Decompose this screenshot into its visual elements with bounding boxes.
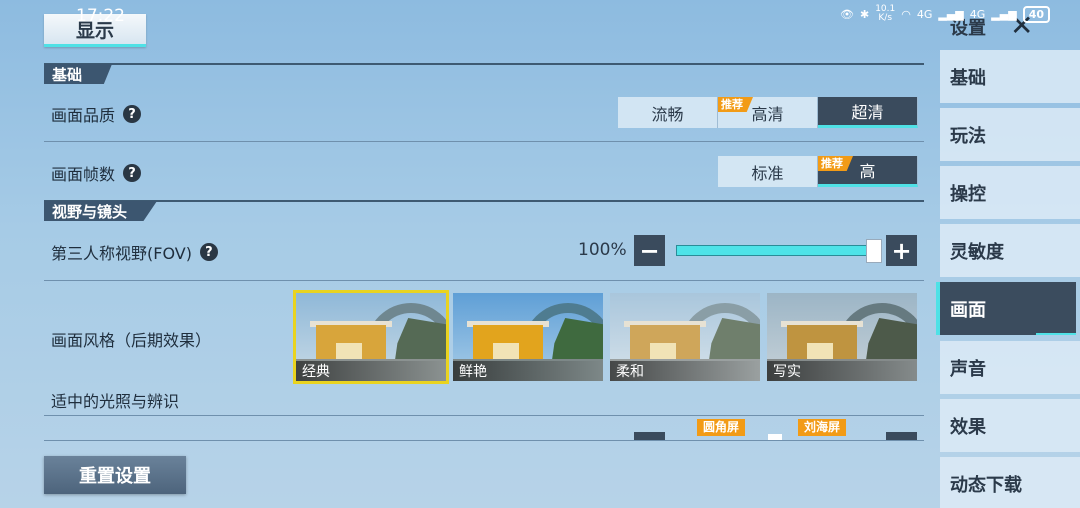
reset-settings-button[interactable]: 重置设置 <box>44 456 186 494</box>
thumb-door <box>807 343 833 359</box>
net-speed: 10.1 K/s <box>875 5 895 23</box>
quality-row-label: 画面品质 ? <box>51 102 142 126</box>
screen-adapt-decrease-button[interactable] <box>634 432 665 440</box>
framerate-label: 画面帧数 <box>51 165 116 184</box>
quality-option-label: 高清 <box>751 104 784 124</box>
fov-label: 第三人称视野(FOV) <box>51 244 192 263</box>
framerate-option-label: 高 <box>859 162 876 181</box>
sidebar-item-dynamic-download[interactable]: 动态下载 <box>940 457 1080 508</box>
rounded-screen-badge: 圆角屏 <box>697 419 746 436</box>
row-divider <box>44 141 924 142</box>
recommended-badge: 推荐 <box>718 97 753 112</box>
style-thumb-realistic[interactable]: 写实 <box>767 293 917 381</box>
net-speed-unit: K/s <box>878 13 893 23</box>
signal-1: 4G <box>916 7 933 21</box>
framerate-option-label: 标准 <box>751 163 784 183</box>
style-caption: 经典 <box>296 361 446 381</box>
quality-selector: 流畅 推荐 高清 超清 <box>618 97 918 128</box>
sidebar-item-controls[interactable]: 操控 <box>940 166 1080 219</box>
wifi-icon: ◠ <box>901 7 911 21</box>
signal-bars-icon-2: ▂▄▆ <box>991 7 1017 21</box>
row-divider <box>44 440 924 441</box>
style-caption: 写实 <box>767 361 917 381</box>
battery-indicator: 40 <box>1022 5 1050 23</box>
style-thumb-vivid[interactable]: 鲜艳 <box>453 293 603 381</box>
section-divider <box>44 63 924 65</box>
thumb-door <box>650 343 676 359</box>
thumb-door <box>336 343 362 359</box>
sidebar-item-effects[interactable]: 效果 <box>940 399 1080 452</box>
row-divider <box>44 415 924 416</box>
notch-screen-badge: 刘海屏 <box>798 419 847 436</box>
quality-option-label: 超清 <box>851 103 884 122</box>
section-basic-header: 基础 <box>44 64 113 84</box>
quality-label: 画面品质 <box>51 106 116 125</box>
style-description: 适中的光照与辨识 <box>51 392 180 411</box>
recommended-badge: 推荐 <box>818 156 853 171</box>
style-caption: 鲜艳 <box>453 361 603 381</box>
help-icon[interactable]: ? <box>123 105 142 123</box>
help-icon[interactable]: ? <box>199 243 218 261</box>
signal-2: 4G <box>969 7 986 21</box>
framerate-row-label: 画面帧数 ? <box>51 161 142 185</box>
section-view-title: 视野与镜头 <box>44 201 158 221</box>
fov-row-label: 第三人称视野(FOV) ? <box>51 240 218 264</box>
quality-option-hd[interactable]: 推荐 高清 <box>718 97 818 128</box>
fov-slider-track[interactable] <box>676 245 876 256</box>
framerate-option-high[interactable]: 推荐 高 <box>818 156 918 187</box>
row-divider <box>44 280 924 281</box>
section-view-header: 视野与镜头 <box>44 201 158 221</box>
sidebar-item-sound[interactable]: 声音 <box>940 341 1080 394</box>
style-caption: 柔和 <box>610 361 760 381</box>
sidebar-item-graphics[interactable]: 画面 <box>936 282 1076 335</box>
fov-value: 100% <box>578 240 627 260</box>
status-time: 17:22 <box>76 6 125 26</box>
style-label: 画面风格（后期效果） <box>51 331 212 350</box>
quality-option-ultra[interactable]: 超清 <box>818 97 918 128</box>
screen-adapt-increase-button[interactable] <box>886 432 917 440</box>
fov-slider-thumb[interactable] <box>866 239 882 263</box>
help-icon[interactable]: ? <box>123 164 142 182</box>
quality-option-smooth[interactable]: 流畅 <box>618 97 718 128</box>
status-icons: 👁 ✱ 10.1 K/s ◠ 4G ▂▄▆ 4G ▂▄▆ 40 <box>840 5 1050 23</box>
style-thumb-soft[interactable]: 柔和 <box>610 293 760 381</box>
fov-decrease-button[interactable]: − <box>634 235 665 266</box>
sidebar-item-sensitivity[interactable]: 灵敏度 <box>940 224 1080 277</box>
quality-option-label: 流畅 <box>651 104 684 124</box>
framerate-option-standard[interactable]: 标准 <box>718 156 818 187</box>
framerate-selector: 标准 推荐 高 <box>718 156 918 187</box>
section-divider <box>44 200 924 202</box>
eye-icon: 👁 <box>840 7 854 21</box>
sidebar-item-basic[interactable]: 基础 <box>940 50 1080 103</box>
signal-bars-icon: ▂▄▆ <box>938 7 964 21</box>
sidebar-item-gameplay[interactable]: 玩法 <box>940 108 1080 161</box>
style-thumb-classic[interactable]: 经典 <box>293 290 449 384</box>
section-basic-title: 基础 <box>44 64 113 84</box>
thumb-door <box>493 343 519 359</box>
fov-increase-button[interactable]: + <box>886 235 917 266</box>
bluetooth-icon: ✱ <box>859 7 870 21</box>
